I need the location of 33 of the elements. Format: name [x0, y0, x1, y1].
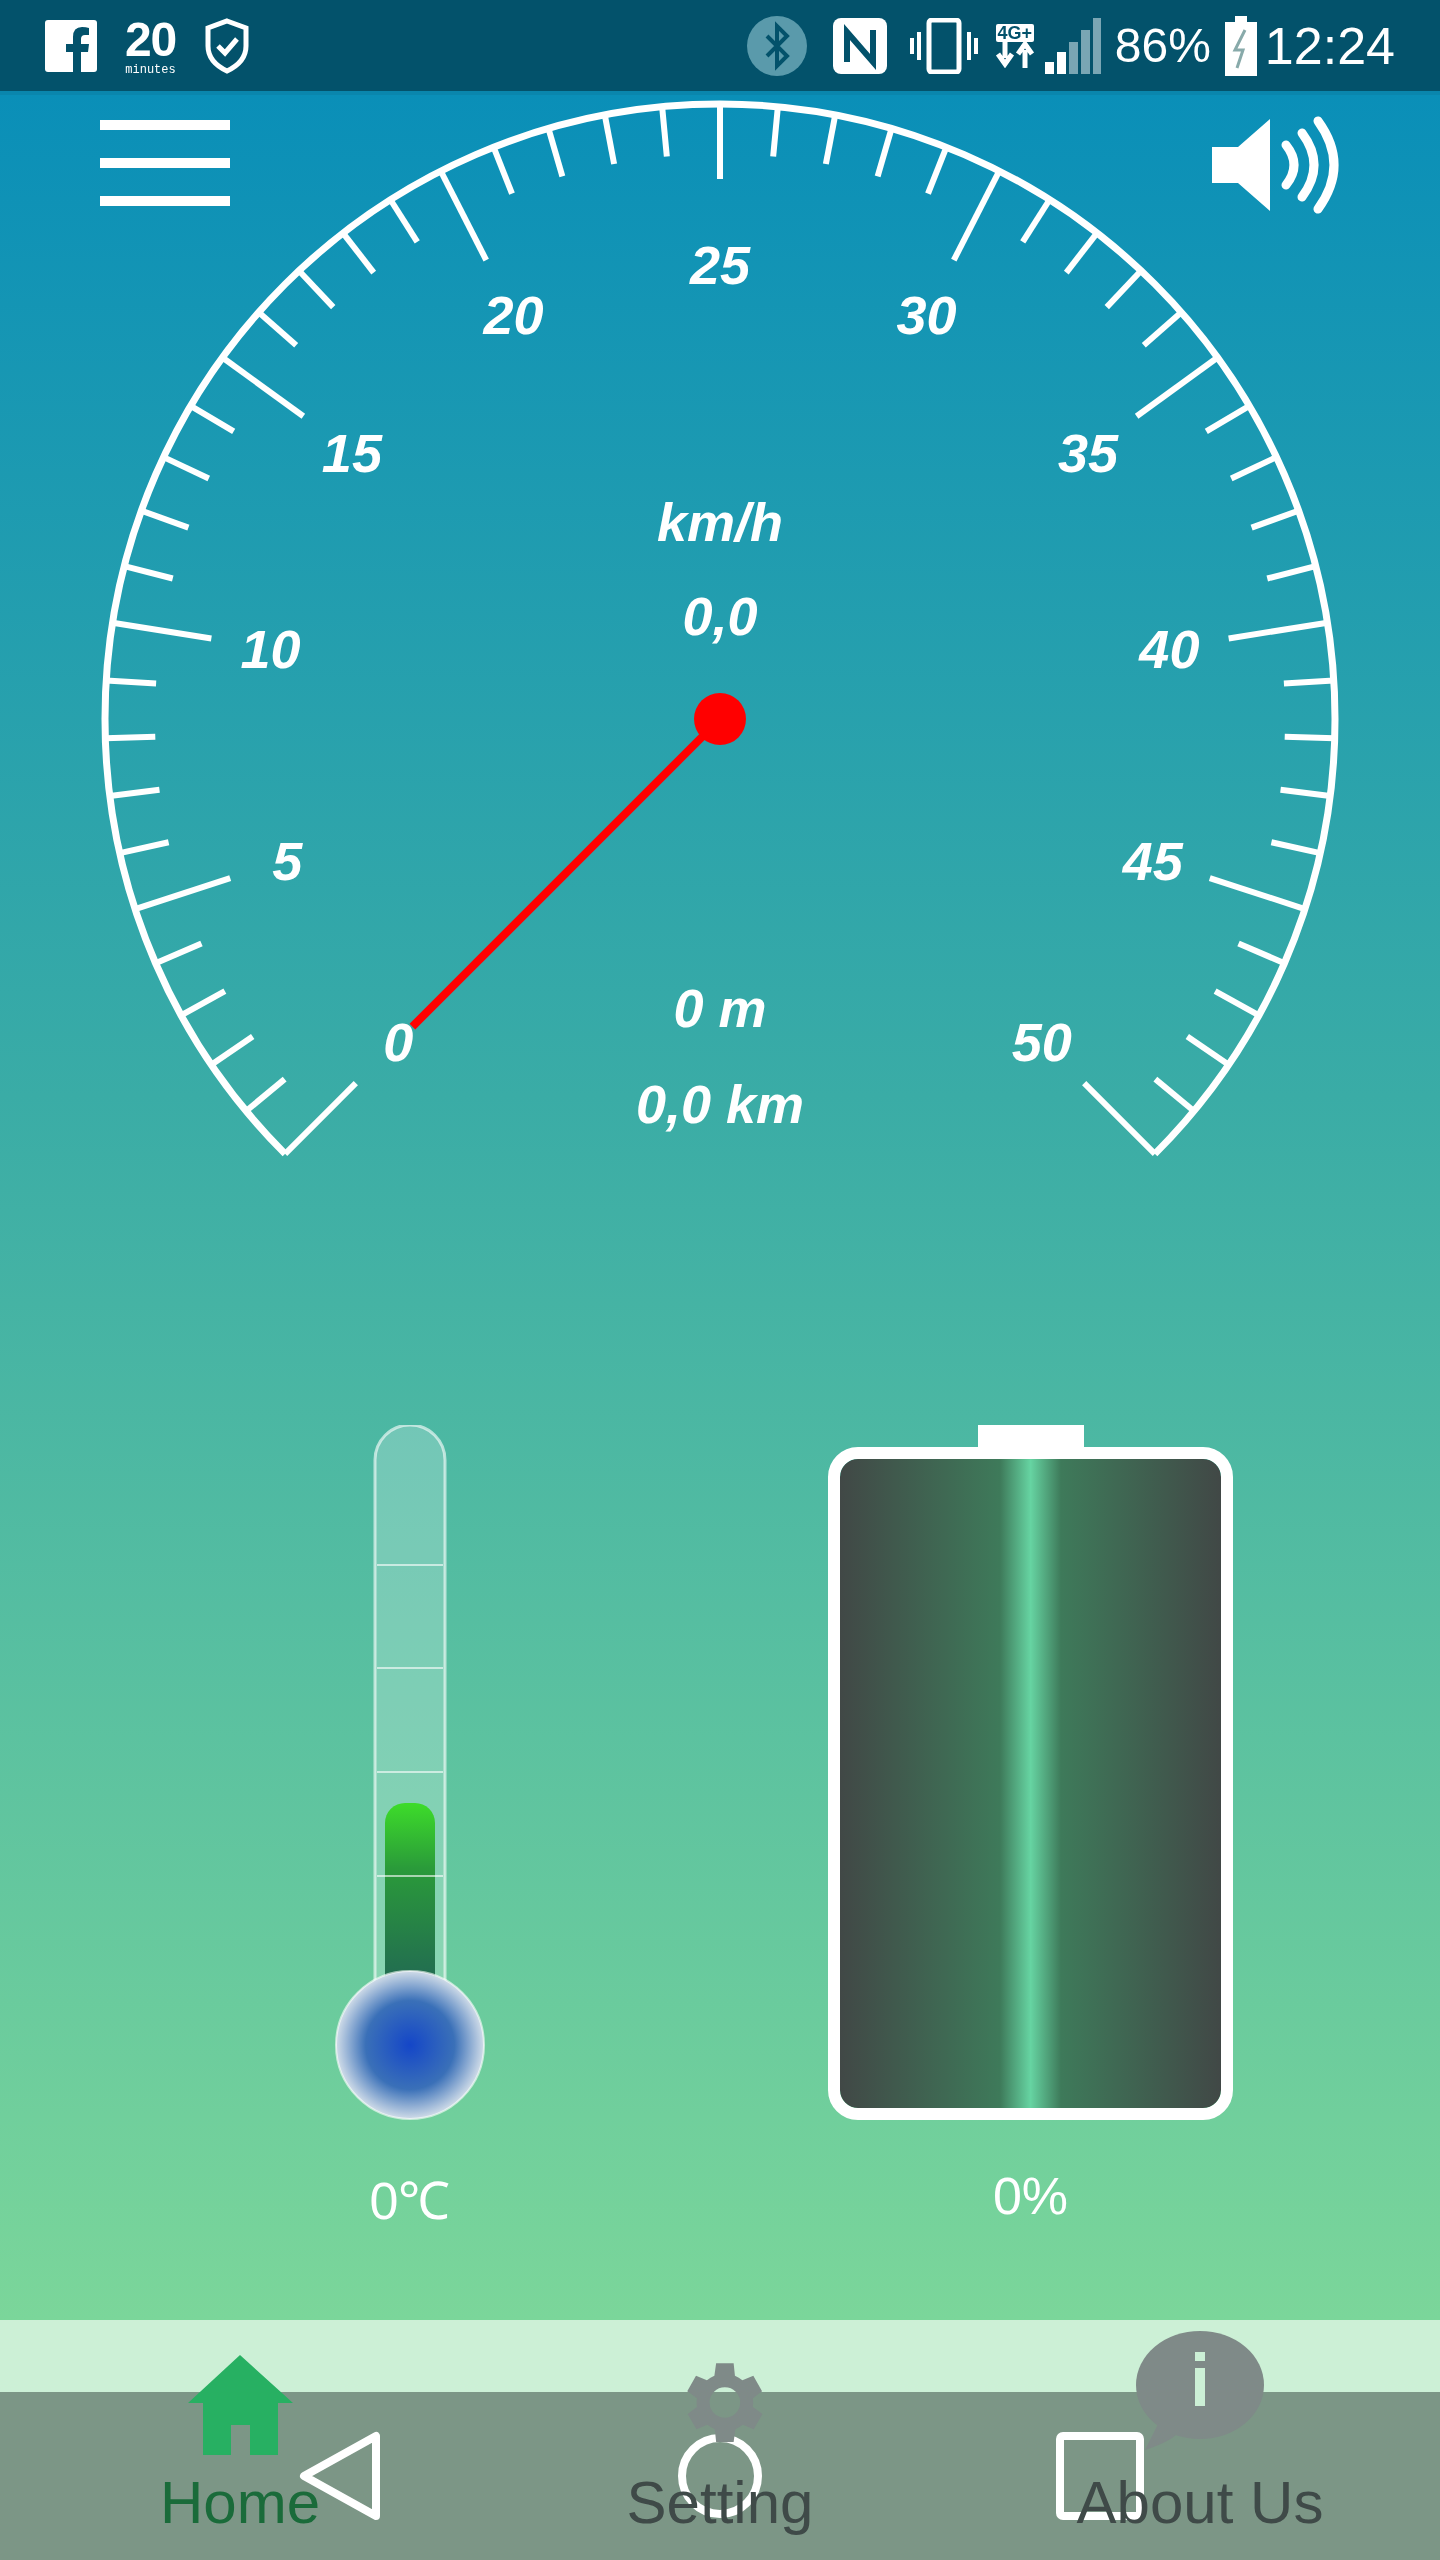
scale-number: 15 [321, 422, 382, 483]
vibrate-icon [908, 17, 979, 74]
charging-battery-icon [1224, 15, 1257, 76]
distance-kilometers: 0,0 km [635, 1074, 805, 1134]
speed-unit: km/h [657, 492, 783, 552]
scale-number: 35 [1058, 422, 1119, 483]
news-logo-number: 20 [125, 15, 176, 64]
battery-percentage: 86% [1114, 21, 1211, 70]
scale-number: 20 [483, 284, 544, 345]
network-type: 4G+ [995, 23, 1035, 42]
nfc-icon [832, 17, 887, 74]
battery-reading: 0% [992, 2170, 1069, 2222]
signal-icon [1044, 17, 1101, 74]
bluetooth-icon [746, 15, 807, 76]
speed-reading: 0,0 [682, 586, 758, 646]
news-logo-caption: minutes [125, 63, 176, 76]
tab[interactable]: Home [0, 2320, 480, 2560]
clock: 12:24 [1264, 19, 1395, 72]
home-icon [187, 2355, 293, 2455]
scale-number: 30 [896, 284, 957, 345]
data-arrows-icon [994, 41, 1035, 68]
scale-number: 0 [383, 1011, 414, 1072]
shield-check-icon [204, 17, 250, 74]
speaker-icon[interactable] [1210, 115, 1340, 215]
scale-number: 10 [240, 618, 301, 679]
scale-number: 45 [1122, 830, 1183, 891]
scale-number: 25 [689, 235, 751, 295]
facebook-icon [45, 19, 97, 72]
scale-number: 40 [1139, 618, 1200, 679]
temperature-reading: 0℃ [369, 2175, 451, 2227]
distance-meters: 0 m [673, 978, 767, 1038]
scale-number: 5 [272, 830, 303, 891]
scale-number: 50 [1011, 1011, 1072, 1072]
